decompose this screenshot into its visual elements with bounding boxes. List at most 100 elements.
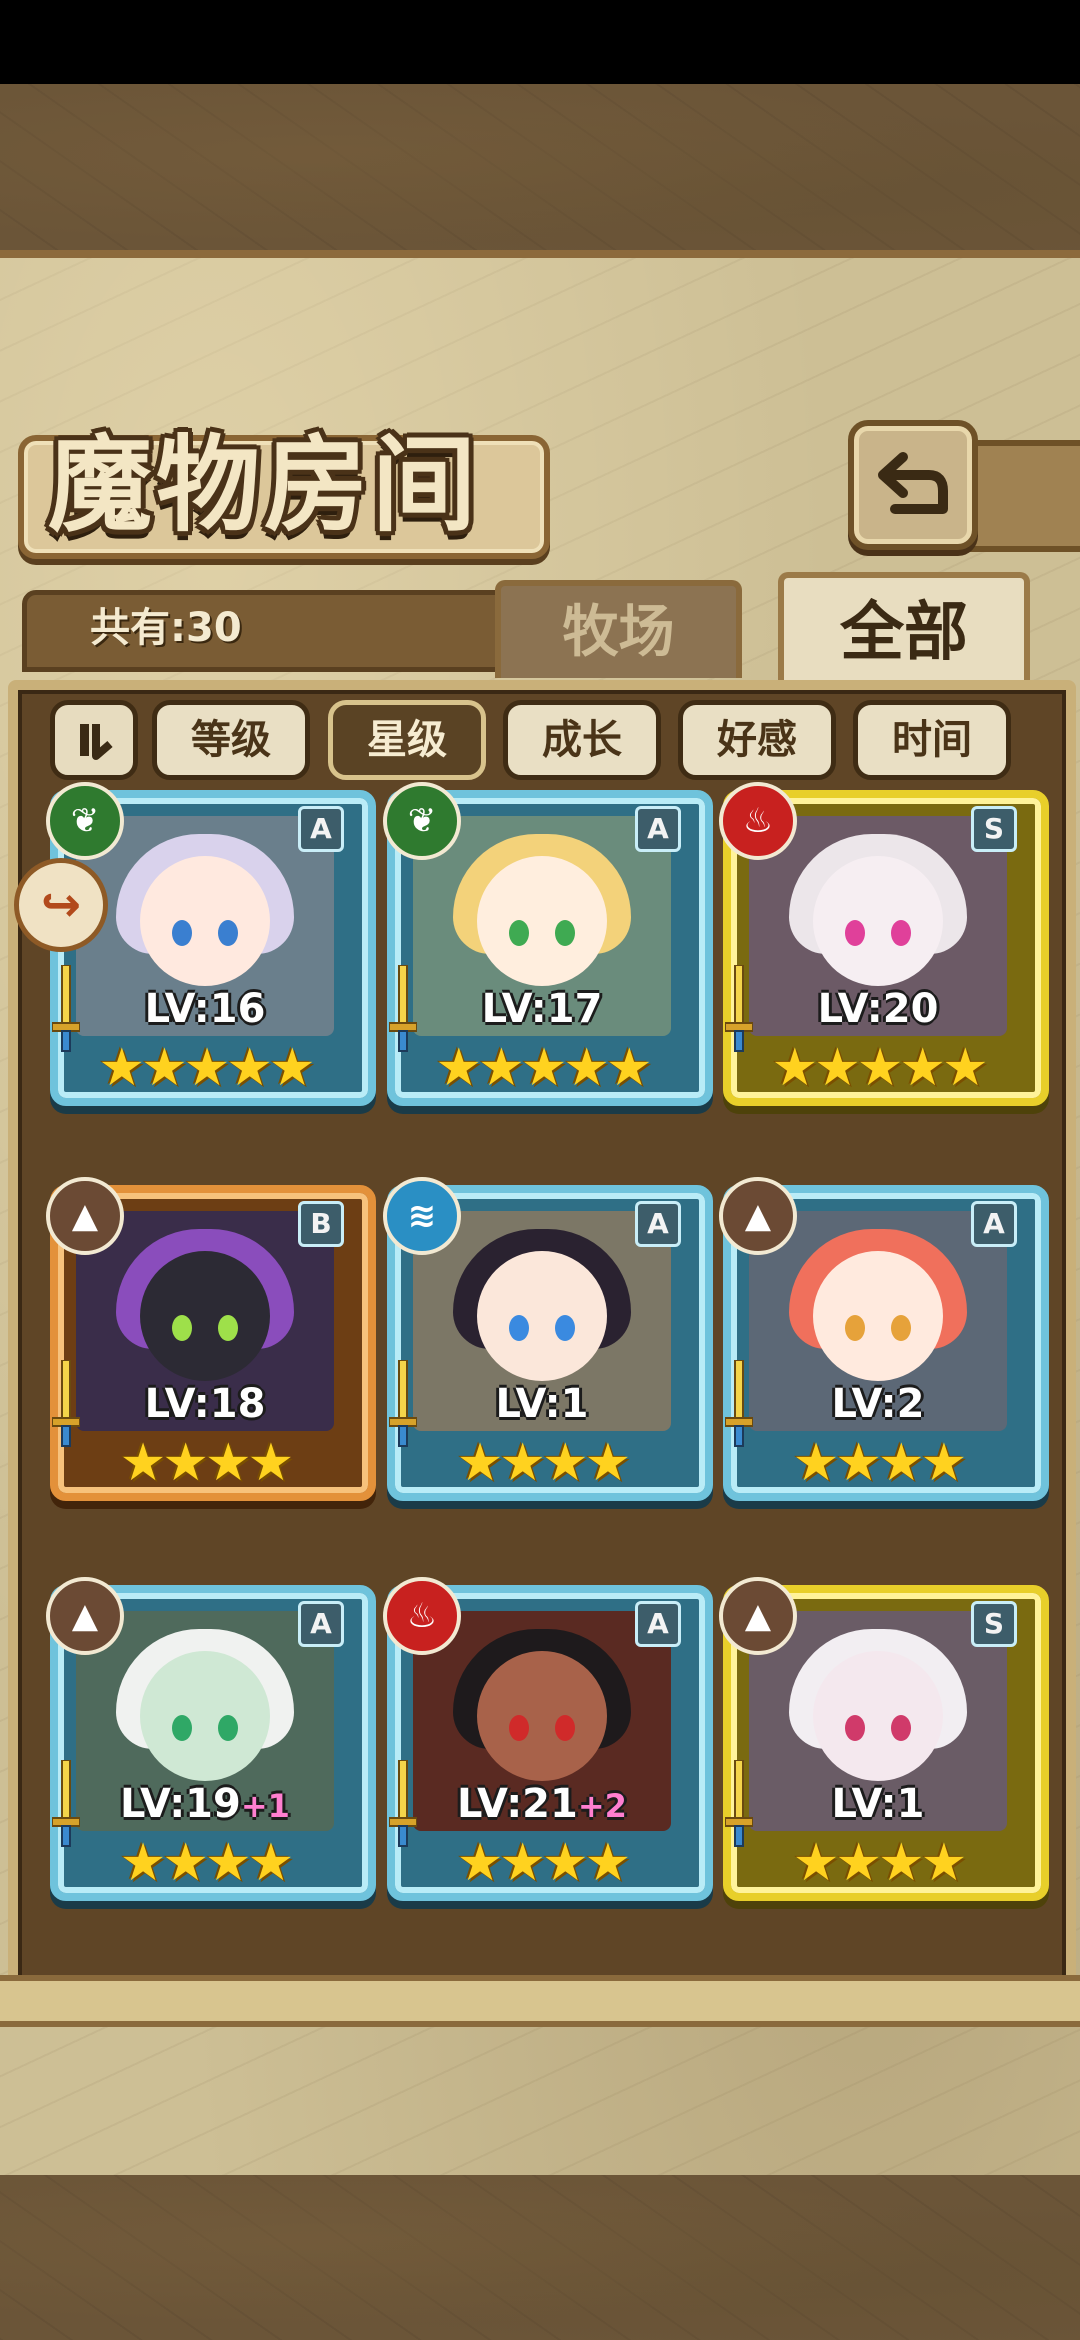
star-icon: ★: [563, 1038, 610, 1098]
star-icon: ★: [542, 1433, 589, 1493]
rarity-badge: A: [635, 1601, 681, 1647]
rarity-badge: S: [971, 806, 1017, 852]
star-icon: ★: [835, 1433, 882, 1493]
monster-card[interactable]: A ❦ LV:17 ★★★★★: [383, 782, 713, 1110]
level-text: LV:1: [495, 1381, 589, 1427]
monster-level: LV:20: [783, 986, 973, 1032]
star-rating: ★★★★: [723, 1833, 1033, 1893]
monster-card[interactable]: S ▲ LV:1 ★★★★: [719, 1577, 1049, 1905]
fire-element-icon: ♨: [719, 782, 797, 860]
star-icon: ★: [792, 1433, 840, 1493]
level-text: LV:18: [144, 1381, 266, 1427]
fire-element-icon: ♨: [383, 1577, 461, 1655]
page-title: 魔物房间: [48, 423, 481, 546]
star-rating: ★★★★: [387, 1833, 697, 1893]
star-rating: ★★★★: [50, 1433, 360, 1493]
star-icon: ★: [520, 1038, 568, 1098]
favorite-marker-icon: ↪: [14, 858, 108, 952]
monster-level: LV:1: [447, 1381, 637, 1427]
level-text: LV:19: [120, 1781, 241, 1827]
sort-level-button[interactable]: 等级: [152, 700, 310, 780]
sort-order-icon: [80, 724, 113, 760]
star-icon: ★: [920, 1833, 968, 1893]
level-bonus: +1: [240, 1787, 290, 1825]
monster-card[interactable]: A ≋ LV:1 ★★★★: [383, 1177, 713, 1505]
tab-all[interactable]: 全部: [778, 572, 1030, 688]
star-icon: ★: [162, 1433, 209, 1493]
monster-card[interactable]: A ♨ LV:21+2 ★★★★: [383, 1577, 713, 1905]
star-icon: ★: [268, 1038, 316, 1098]
star-icon: ★: [205, 1833, 252, 1893]
monster-level: LV:18: [110, 1381, 300, 1427]
map-background-top: [0, 84, 1080, 260]
star-icon: ★: [899, 1038, 946, 1098]
rarity-badge: A: [635, 806, 681, 852]
earth-element-icon: ▲: [719, 1177, 797, 1255]
star-icon: ★: [205, 1433, 252, 1493]
sort-star-button[interactable]: 星级: [328, 700, 486, 780]
monster-card[interactable]: S ♨ LV:20 ★★★★★: [719, 782, 1049, 1110]
back-arrow-icon: [878, 452, 948, 514]
rarity-badge: A: [971, 1201, 1017, 1247]
earth-element-icon: ▲: [46, 1577, 124, 1655]
earth-element-icon: ▲: [719, 1577, 797, 1655]
back-button[interactable]: [848, 420, 978, 550]
monster-card[interactable]: A ▲ LV:19+1 ★★★★: [46, 1577, 376, 1905]
sort-growth-button[interactable]: 成长: [503, 700, 661, 780]
monster-count: 共有:30: [90, 605, 242, 651]
monster-card[interactable]: A ❦ LV:16 ★★★★★: [46, 782, 376, 1110]
level-text: LV:17: [481, 986, 603, 1032]
map-background-bottom: [0, 2175, 1080, 2340]
rarity-badge: S: [971, 1601, 1017, 1647]
star-icon: ★: [478, 1038, 525, 1098]
monster-level: LV:1: [783, 1781, 973, 1827]
star-icon: ★: [499, 1433, 546, 1493]
star-icon: ★: [878, 1433, 925, 1493]
water-element-icon: ≋: [383, 1177, 461, 1255]
monster-level: LV:21+2: [447, 1781, 637, 1827]
star-icon: ★: [247, 1433, 295, 1493]
level-bonus: +2: [577, 1787, 627, 1825]
star-rating: ★★★★: [50, 1833, 360, 1893]
sort-affection-button[interactable]: 好感: [678, 700, 836, 780]
star-rating: ★★★★: [387, 1433, 697, 1493]
star-icon: ★: [141, 1038, 188, 1098]
star-icon: ★: [162, 1833, 209, 1893]
star-icon: ★: [247, 1833, 295, 1893]
star-icon: ★: [435, 1038, 482, 1098]
star-rating: ★★★★: [723, 1433, 1033, 1493]
monster-card[interactable]: A ▲ LV:2 ★★★★: [719, 1177, 1049, 1505]
level-text: LV:1: [831, 1781, 925, 1827]
panel-bottom-rail: [0, 1975, 1080, 2027]
sort-order-toggle[interactable]: [50, 700, 138, 780]
star-icon: ★: [920, 1433, 968, 1493]
monster-level: LV:19+1: [110, 1781, 300, 1827]
star-icon: ★: [584, 1833, 632, 1893]
level-text: LV:21: [457, 1781, 578, 1827]
rarity-badge: A: [635, 1201, 681, 1247]
status-bar: [0, 0, 1080, 84]
monster-level: LV:17: [447, 986, 637, 1032]
monster-card[interactable]: B ▲ LV:18 ★★★★: [46, 1177, 376, 1505]
rarity-badge: A: [298, 806, 344, 852]
star-icon: ★: [456, 1433, 504, 1493]
star-icon: ★: [499, 1833, 546, 1893]
star-icon: ★: [605, 1038, 653, 1098]
star-icon: ★: [183, 1038, 231, 1098]
rarity-badge: B: [298, 1201, 344, 1247]
level-text: LV:20: [817, 986, 939, 1032]
earth-element-icon: ▲: [46, 1177, 124, 1255]
star-icon: ★: [584, 1433, 632, 1493]
level-text: LV:2: [831, 1381, 925, 1427]
star-rating: ★★★★★: [723, 1038, 1033, 1098]
star-icon: ★: [941, 1038, 989, 1098]
star-icon: ★: [792, 1833, 840, 1893]
star-icon: ★: [814, 1038, 861, 1098]
sort-time-button[interactable]: 时间: [853, 700, 1011, 780]
tab-pasture[interactable]: 牧场: [495, 580, 742, 678]
star-icon: ★: [119, 1833, 167, 1893]
star-icon: ★: [226, 1038, 273, 1098]
star-rating: ★★★★★: [387, 1038, 697, 1098]
back-button-rail: [960, 440, 1080, 552]
star-icon: ★: [456, 1833, 504, 1893]
